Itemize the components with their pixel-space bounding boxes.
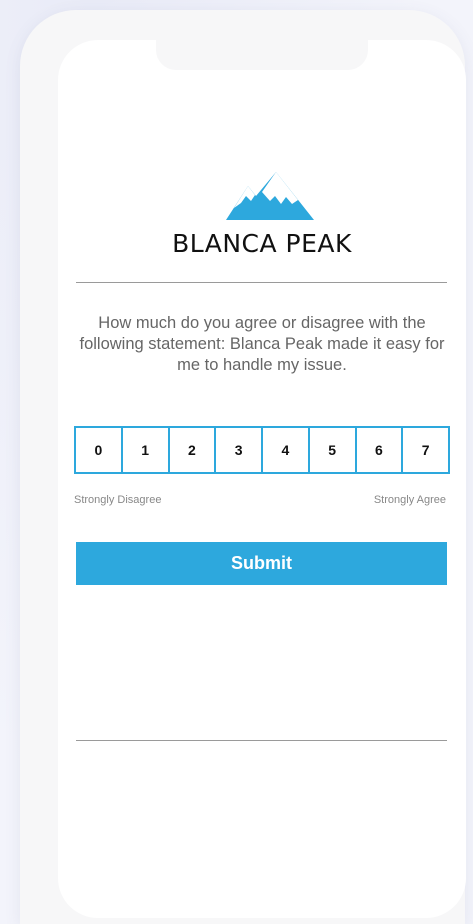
rating-option-5[interactable]: 5: [307, 426, 357, 474]
rating-option-3[interactable]: 3: [214, 426, 263, 474]
mountain-icon: [226, 172, 314, 220]
rating-option-2[interactable]: 2: [167, 426, 217, 474]
phone-notch: [156, 40, 368, 70]
divider: [76, 740, 447, 741]
rating-option-0[interactable]: 0: [74, 426, 123, 474]
brand-name: BLANCA PEAK: [172, 229, 352, 258]
scale-low-label: Strongly Disagree: [74, 494, 162, 506]
survey-question: How much do you agree or disagree with t…: [79, 314, 445, 374]
rating-option-4[interactable]: 4: [261, 426, 310, 474]
phone-frame: BLANCA PEAK How much do you agree or dis…: [20, 10, 466, 924]
divider: [76, 282, 447, 283]
rating-option-6[interactable]: 6: [354, 426, 404, 474]
phone-screen: BLANCA PEAK How much do you agree or dis…: [58, 40, 466, 918]
scale-high-label: Strongly Agree: [373, 494, 446, 506]
rating-option-1[interactable]: 1: [120, 426, 170, 474]
rating-scale: 0 1 2 3 4 5 6 7: [74, 426, 450, 474]
submit-button[interactable]: Submit: [76, 542, 447, 585]
rating-option-7[interactable]: 7: [401, 426, 450, 474]
